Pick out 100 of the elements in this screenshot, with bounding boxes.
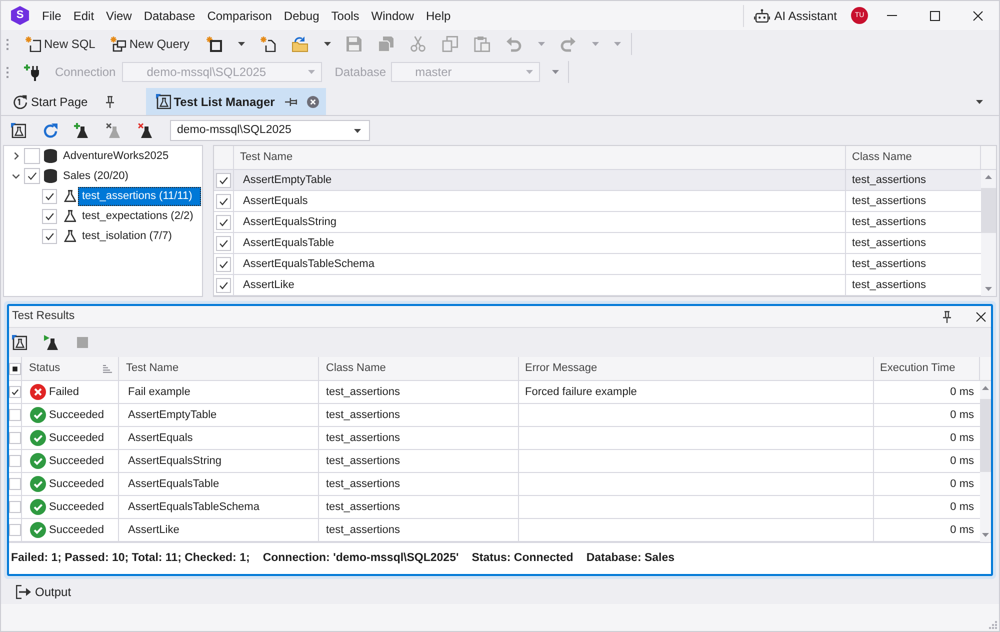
app-logo: S <box>11 6 29 25</box>
refresh-icon[interactable] <box>42 123 58 138</box>
maximize-icon[interactable] <box>930 10 940 20</box>
table-cell: AssertEqualsString <box>119 450 319 472</box>
table-cell: Forced failure example <box>519 381 874 403</box>
column-header[interactable]: Execution Time <box>874 357 980 380</box>
pin-icon[interactable] <box>943 310 951 322</box>
table-cell-text: test_assertions <box>851 236 927 251</box>
caret-icon[interactable] <box>238 42 245 46</box>
checkbox[interactable] <box>9 501 21 513</box>
checkbox[interactable] <box>24 148 40 164</box>
tree-item[interactable]: test_isolation (7/7) <box>78 226 176 246</box>
menu-item[interactable]: Window <box>365 6 420 24</box>
output-tab[interactable]: Output <box>16 582 72 600</box>
flask-cross-icon[interactable] <box>138 122 154 138</box>
pin-icon[interactable] <box>284 98 297 106</box>
checkbox[interactable] <box>9 455 21 467</box>
table-row[interactable]: AssertEmptyTable test_assertions <box>214 170 981 191</box>
table-row[interactable]: AssertEqualsString test_assertions <box>214 212 981 233</box>
flask-flag-icon[interactable] <box>44 334 60 350</box>
connection-dropdown[interactable]: demo-mssql\SQL2025 <box>170 120 370 141</box>
checkbox[interactable] <box>216 256 231 272</box>
tree-item[interactable]: Sales (20/20) <box>60 166 132 186</box>
menu-item[interactable]: Edit <box>67 6 100 24</box>
grip-icon[interactable] <box>6 38 9 50</box>
new-frame-icon[interactable] <box>206 36 222 52</box>
table-row[interactable]: AssertLike test_assertions <box>214 275 981 296</box>
table-cell: Fail example <box>119 381 319 403</box>
database-icon <box>44 149 57 163</box>
plug-plus-icon[interactable] <box>24 64 40 80</box>
menu-item[interactable]: Comparison <box>201 6 278 24</box>
flask-frame-icon[interactable] <box>12 335 27 350</box>
table-row[interactable]: AssertEquals test_assertions <box>214 191 981 212</box>
checkbox[interactable] <box>216 278 231 292</box>
checkbox[interactable] <box>216 236 231 250</box>
menu-item[interactable]: Database <box>138 6 202 24</box>
caret-icon[interactable] <box>976 100 983 104</box>
column-header[interactable]: Test Name <box>119 357 319 380</box>
close-icon[interactable] <box>976 312 986 322</box>
resize-grip-icon[interactable] <box>988 620 997 629</box>
chevron-right-icon[interactable] <box>14 152 18 160</box>
new-sql-button[interactable]: New SQL <box>19 33 102 55</box>
menu-item[interactable]: Help <box>420 6 457 24</box>
database-icon <box>44 169 57 183</box>
checkbox[interactable] <box>216 194 231 208</box>
close-icon[interactable] <box>972 10 982 20</box>
column-header[interactable]: Status <box>22 357 119 380</box>
checkbox[interactable] <box>9 362 21 374</box>
table-row[interactable]: AssertEqualsTableSchema test_assertions <box>214 254 981 275</box>
new-windows-icon <box>110 36 126 52</box>
vertical-scrollbar[interactable] <box>980 381 991 542</box>
arrow-box-icon <box>16 584 31 598</box>
status-label: Succeeded <box>49 454 104 469</box>
checkbox[interactable] <box>9 386 21 398</box>
column-header[interactable]: Class Name <box>846 146 981 169</box>
menu-item[interactable]: View <box>100 6 138 24</box>
status-text: Connection: 'demo-mssql\SQL2025' <box>262 550 459 566</box>
flask-plus-icon[interactable] <box>74 122 90 138</box>
table-row[interactable]: AssertEqualsTable test_assertions <box>214 233 981 254</box>
table-cell: AssertEmptyTable <box>119 404 319 426</box>
minimize-icon[interactable] <box>886 15 896 16</box>
table-cell-text: 0 ms <box>949 522 975 538</box>
folder-arrow-icon[interactable] <box>292 36 308 52</box>
table-cell: test_assertions <box>319 473 519 495</box>
checkbox[interactable] <box>216 214 231 230</box>
checkbox[interactable] <box>216 172 231 188</box>
table-cell: AssertLike <box>119 519 319 541</box>
pin-icon[interactable] <box>106 96 114 108</box>
chevron-down-icon[interactable] <box>12 174 20 178</box>
status-label: Succeeded <box>49 476 104 492</box>
table-cell-text: 0 ms <box>949 500 975 515</box>
tab[interactable]: Test List Manager <box>146 88 326 115</box>
grip-icon[interactable] <box>6 66 9 78</box>
ai-assistant-button[interactable]: AI Assistant <box>754 4 837 26</box>
status-text: Failed: 1; Passed: 10; Total: 11; Checked: 1; <box>11 550 250 566</box>
checkbox[interactable] <box>9 432 21 444</box>
column-header[interactable]: Class Name <box>319 357 519 380</box>
menu-item[interactable]: Tools <box>325 6 366 24</box>
checkbox[interactable] <box>42 188 57 204</box>
column-header[interactable]: Error Message <box>519 357 874 380</box>
checkbox[interactable] <box>42 208 57 224</box>
caret-icon[interactable] <box>324 42 331 46</box>
tree-item[interactable]: AdventureWorks2025 <box>60 146 172 166</box>
new-file-icon[interactable] <box>260 36 276 52</box>
new-query-button[interactable]: New Query <box>104 33 196 55</box>
vertical-scrollbar[interactable] <box>981 170 996 296</box>
checkbox[interactable] <box>9 478 21 490</box>
menu-item[interactable]: File <box>36 6 68 24</box>
checkbox[interactable] <box>24 168 40 184</box>
table-cell: AssertEquals <box>234 191 846 211</box>
checkbox[interactable] <box>9 524 21 536</box>
sort-icon[interactable] <box>103 364 112 372</box>
checkbox[interactable] <box>9 409 21 421</box>
checkbox[interactable] <box>42 228 57 244</box>
column-header[interactable]: Test Name <box>234 146 846 169</box>
table-cell: AssertLike <box>234 275 846 295</box>
tree-item[interactable]: test_assertions (11/11) <box>78 186 201 206</box>
flask-frame-icon[interactable] <box>10 123 26 138</box>
tree-item[interactable]: test_expectations (2/2) <box>78 206 198 226</box>
menu-item[interactable]: Debug <box>278 6 326 24</box>
